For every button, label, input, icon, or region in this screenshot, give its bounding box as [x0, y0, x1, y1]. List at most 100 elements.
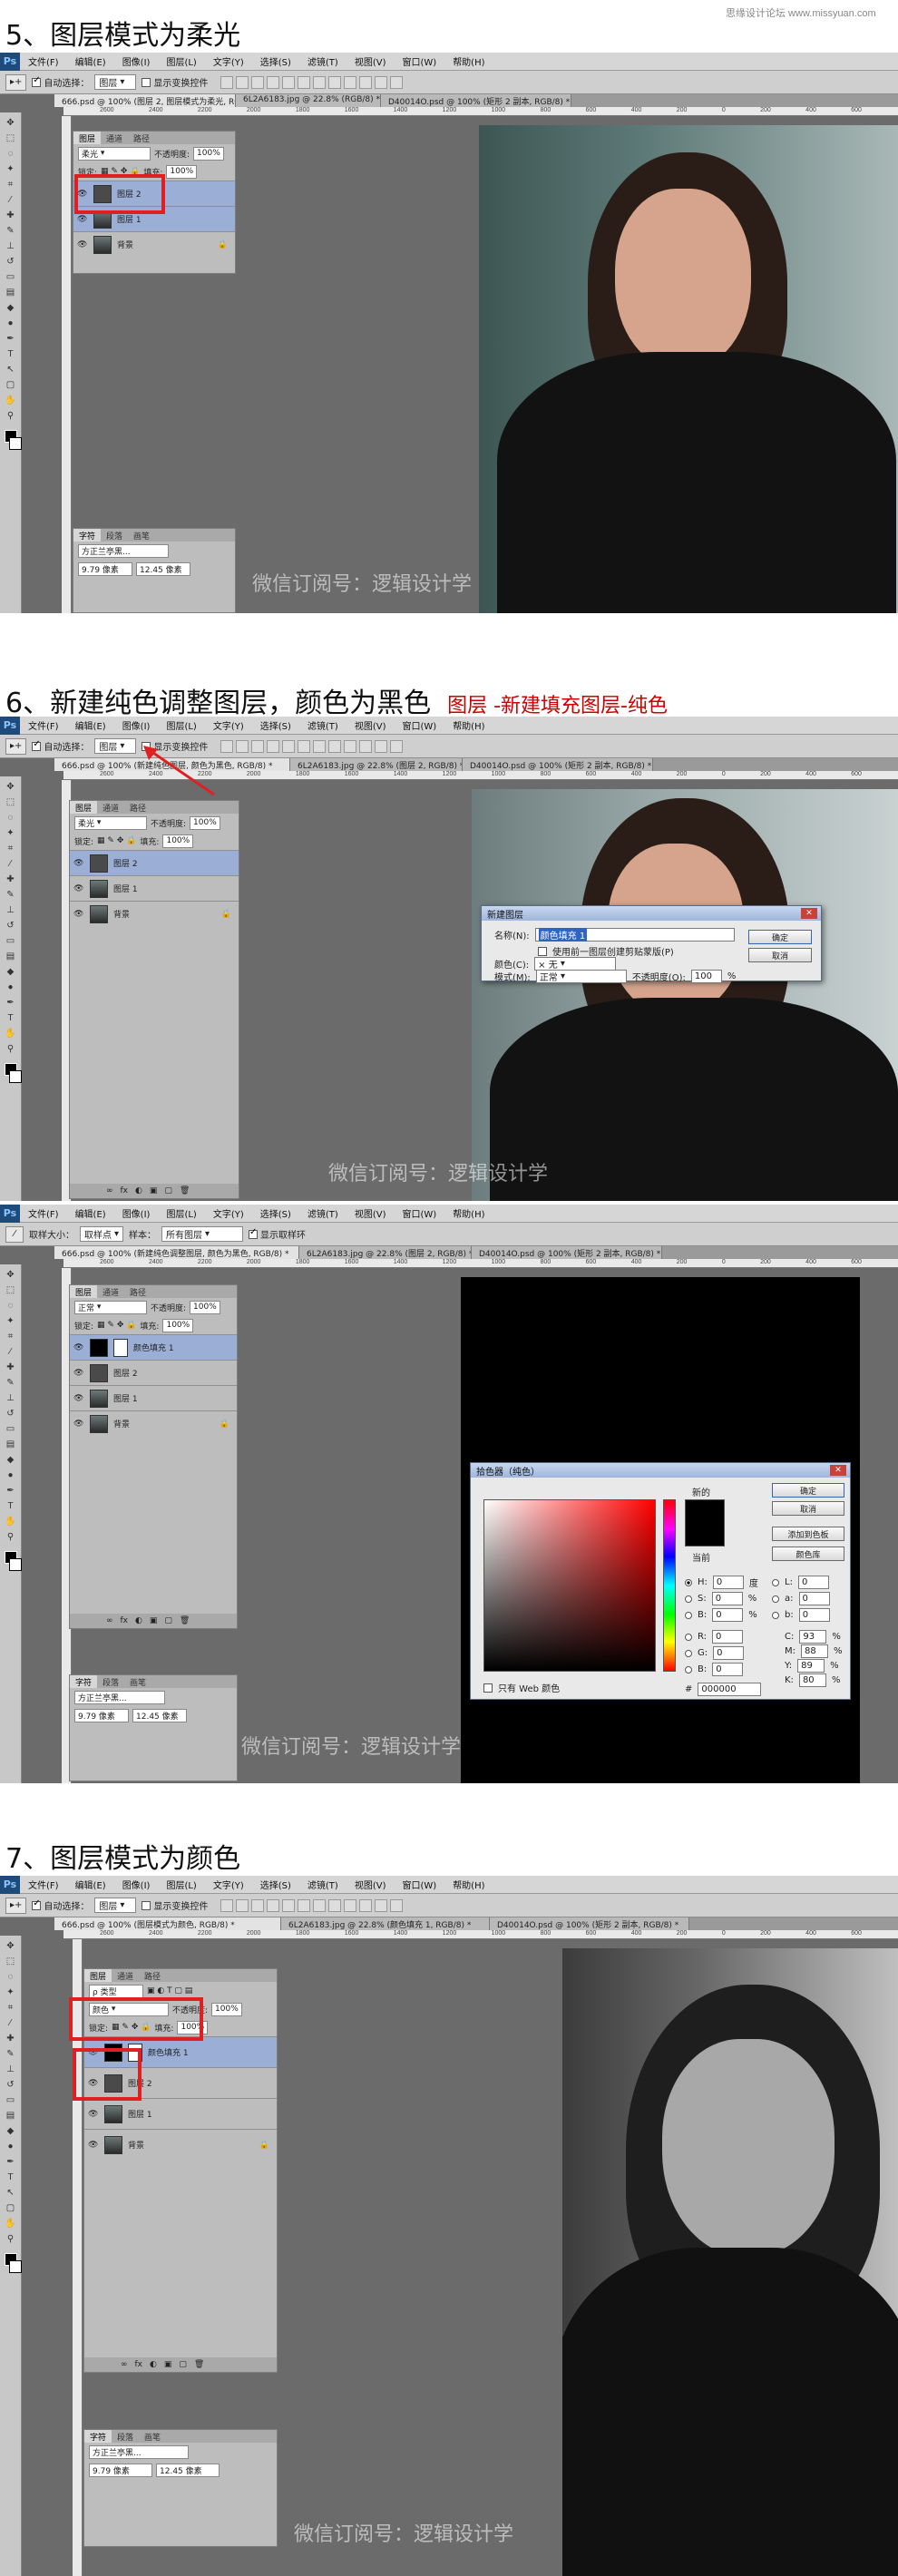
blur-icon[interactable]: ◆	[3, 2124, 19, 2138]
menu-view[interactable]: 视图(V)	[347, 1206, 395, 1220]
leading-field[interactable]: 12.45 像素	[132, 1708, 187, 1722]
tab-paths[interactable]: 路径	[139, 1969, 166, 1982]
ok-button[interactable]: 确定	[748, 930, 812, 944]
document-canvas[interactable]	[562, 1948, 898, 2576]
tab-character[interactable]: 字符	[73, 529, 102, 542]
layer-row[interactable]: 👁 图层 2	[70, 1360, 237, 1385]
hsb-s-radio[interactable]	[685, 1595, 692, 1603]
align-icons[interactable]	[220, 739, 404, 753]
menu-type[interactable]: 文字(Y)	[205, 54, 252, 68]
menu-window[interactable]: 窗口(W)	[394, 54, 444, 68]
magic-wand-icon[interactable]: ✦	[3, 1986, 19, 1999]
rgb-g-radio[interactable]	[685, 1649, 692, 1657]
tab-layers[interactable]: 图层	[73, 132, 102, 144]
background-color-swatch[interactable]	[8, 437, 22, 450]
tab-channels[interactable]: 通道	[112, 1969, 139, 1982]
marquee-icon[interactable]: ⬚	[3, 132, 19, 145]
stamp-icon[interactable]: ⊥	[3, 1391, 19, 1405]
history-brush-icon[interactable]: ↺	[3, 919, 19, 932]
menu-help[interactable]: 帮助(H)	[444, 1206, 493, 1220]
sample-dropdown[interactable]: 所有图层 ▾	[161, 1226, 244, 1242]
layers-footer-icons[interactable]: ∞ fx ◐ ▣ ▢ 🗑	[84, 2357, 277, 2372]
hsb-value[interactable]: 0	[711, 1592, 743, 1605]
shape-icon[interactable]: ▢	[3, 378, 19, 392]
clipping-mask-checkbox[interactable]	[538, 946, 547, 956]
menu-type[interactable]: 文字(Y)	[205, 1878, 252, 1891]
hsb-b-radio[interactable]	[685, 1611, 692, 1619]
menu-image[interactable]: 图像(I)	[114, 54, 159, 68]
lab-l-radio[interactable]	[772, 1578, 779, 1586]
eye-icon[interactable]: 👁	[73, 859, 84, 868]
layer-row[interactable]: 👁 图层 1	[84, 2098, 277, 2129]
eraser-icon[interactable]: ▭	[3, 270, 19, 284]
menu-filter[interactable]: 滤镜(T)	[299, 1878, 347, 1891]
brush-icon[interactable]: ✎	[3, 224, 19, 238]
dodge-icon[interactable]: ●	[3, 1469, 19, 1482]
lasso-icon[interactable]: ◌	[3, 1970, 19, 1984]
zoom-icon[interactable]: ⚲	[3, 409, 19, 423]
tab-layers[interactable]: 图层	[70, 801, 98, 814]
tab-channels[interactable]: 通道	[97, 801, 124, 814]
move-icon[interactable]: ✥	[3, 116, 19, 130]
history-brush-icon[interactable]: ↺	[3, 2078, 19, 2092]
menu-select[interactable]: 选择(S)	[252, 54, 299, 68]
dodge-icon[interactable]: ●	[3, 981, 19, 994]
show-transform-checkbox[interactable]	[142, 1900, 151, 1910]
lock-icons[interactable]: ▦ ✎ ✥ 🔒	[97, 1321, 136, 1330]
menu-edit[interactable]: 编辑(E)	[67, 1206, 114, 1220]
pen-icon[interactable]: ✒	[3, 1484, 19, 1498]
doc-tab-2[interactable]: 6L2A6183.jpg @ 22.8% (图层 2, RGB/8) *	[299, 1246, 472, 1259]
doc-tab-2[interactable]: 6L2A6183.jpg @ 22.8% (颜色填充 1, RGB/8) *	[281, 1917, 490, 1930]
menu-layer[interactable]: 图层(L)	[158, 54, 204, 68]
menu-layer[interactable]: 图层(L)	[158, 718, 204, 732]
menu-edit[interactable]: 编辑(E)	[67, 54, 114, 68]
tab-paragraph[interactable]: 段落	[97, 1675, 124, 1688]
eyedropper-icon[interactable]: ⁄	[3, 193, 19, 207]
move-tool-icon[interactable]: ▸+	[5, 73, 27, 91]
eyedropper-tool-icon[interactable]: ⁄	[5, 1225, 24, 1243]
lab-value[interactable]: 0	[798, 1608, 830, 1622]
add-to-swatches-button[interactable]: 添加到色板	[772, 1527, 844, 1541]
lock-icons[interactable]: ▦ ✎ ✥ 🔒	[97, 836, 136, 845]
tab-channels[interactable]: 通道	[97, 1285, 124, 1298]
layers-footer-icons[interactable]: ∞ fx ◐ ▣ ▢ 🗑	[70, 1614, 237, 1628]
zoom-icon[interactable]: ⚲	[3, 1042, 19, 1056]
web-only-checkbox[interactable]	[483, 1683, 493, 1693]
eye-icon[interactable]: 👁	[73, 884, 84, 893]
healing-icon[interactable]: ✚	[3, 2032, 19, 2045]
layer-row[interactable]: 👁 颜色填充 1	[70, 1334, 237, 1360]
leading-field[interactable]: 12.45 像素	[156, 2463, 220, 2477]
gradient-icon[interactable]: ▤	[3, 286, 19, 299]
eraser-icon[interactable]: ▭	[3, 1422, 19, 1436]
lab-a-radio[interactable]	[772, 1595, 779, 1603]
eye-icon[interactable]: 👁	[73, 1343, 84, 1352]
menu-view[interactable]: 视图(V)	[347, 1878, 395, 1891]
color-libraries-button[interactable]: 颜色库	[772, 1547, 844, 1561]
opacity-field[interactable]: 100%	[190, 815, 221, 830]
menu-edit[interactable]: 编辑(E)	[67, 1878, 114, 1891]
rgb-b-radio[interactable]	[685, 1665, 692, 1673]
gradient-icon[interactable]: ▤	[3, 2109, 19, 2122]
menu-filter[interactable]: 滤镜(T)	[299, 718, 347, 732]
rgb-value[interactable]: 0	[713, 1646, 745, 1660]
hand-icon[interactable]: ✋	[3, 2217, 19, 2230]
document-canvas[interactable]	[479, 125, 898, 613]
menu-help[interactable]: 帮助(H)	[444, 54, 493, 68]
menu-file[interactable]: 文件(F)	[20, 54, 67, 68]
zoom-icon[interactable]: ⚲	[3, 2232, 19, 2246]
mode-select[interactable]: 正常 ▾	[535, 970, 627, 983]
doc-tab-1[interactable]: 666.psd @ 100% (图层模式为颜色, RGB/8) *	[54, 1917, 281, 1930]
background-color-swatch[interactable]	[8, 1070, 22, 1083]
font-family-select[interactable]: 方正兰亭黑...	[89, 2444, 189, 2459]
layer-row[interactable]: 👁 图层 1	[70, 875, 239, 901]
magic-wand-icon[interactable]: ✦	[3, 162, 19, 176]
opacity-field[interactable]: 100%	[211, 2002, 243, 2016]
doc-tab-3[interactable]: D40014O.psd @ 100% (矩形 2 副本, RGB/8) *	[463, 758, 653, 771]
path-select-icon[interactable]: ↖	[3, 363, 19, 376]
eraser-icon[interactable]: ▭	[3, 934, 19, 948]
tab-layers[interactable]: 图层	[70, 1285, 98, 1298]
stamp-icon[interactable]: ⊥	[3, 239, 19, 253]
menu-view[interactable]: 视图(V)	[347, 54, 395, 68]
fill-field[interactable]: 100%	[166, 164, 198, 179]
hue-slider[interactable]	[663, 1499, 676, 1672]
